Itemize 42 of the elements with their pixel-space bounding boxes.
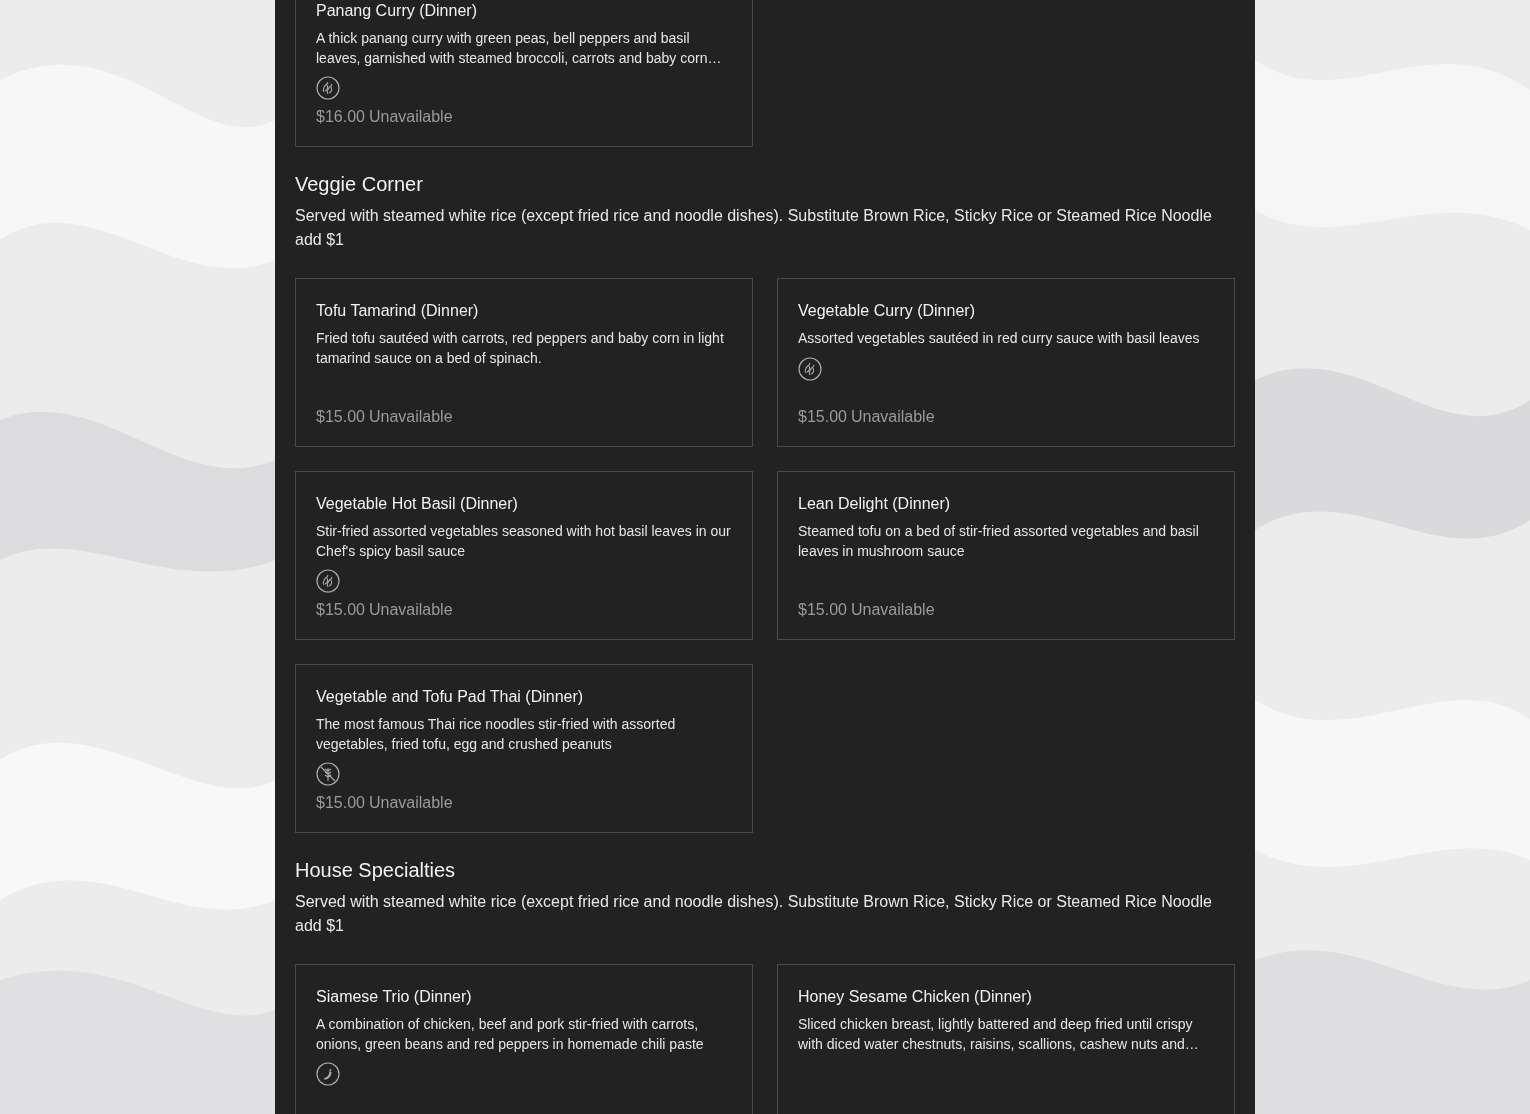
menu-item-card[interactable]: Honey Sesame Chicken (Dinner) Sliced chicken breast, lightly battered and deep fried until crispy with diced water chestnuts, raisins, scallions, cashew nuts and… xyxy=(777,964,1235,1114)
menu-item-card[interactable]: Siamese Trio (Dinner) A combination of chicken, beef and pork stir-fried with carrots, onions, green beans and red peppers in homemade chili paste xyxy=(295,964,753,1114)
menu-item-card[interactable]: Lean Delight (Dinner) Steamed tofu on a bed of stir-fried assorted vegetables and basil leaves in mushroom sauce $15.00 Unavailable xyxy=(777,471,1235,640)
item-name: Siamese Trio (Dinner) xyxy=(316,987,473,1007)
menu-item-card[interactable]: Vegetable Hot Basil (Dinner) Stir-fried assorted vegetables seasoned with hot basil leaves in our Chef's spicy basil sauce $15.00 Unavailable xyxy=(295,471,753,640)
item-name: Lean Delight (Dinner) xyxy=(798,494,952,514)
item-price: $15.00 xyxy=(798,601,847,619)
item-price: $16.00 xyxy=(316,108,365,126)
availability-status: Unavailable xyxy=(850,601,935,619)
section-note: Served with steamed white rice (except fried rice and noodle dishes). Substitute Brown Rice, Sticky Rice or Steamed Rice Noodle add $1 xyxy=(295,206,1213,250)
item-name: Vegetable and Tofu Pad Thai (Dinner) xyxy=(316,687,585,707)
availability-status: Unavailable xyxy=(368,794,453,812)
item-name: Vegetable Curry (Dinner) xyxy=(798,301,976,321)
pepper-icon xyxy=(316,1062,340,1086)
section-title: Veggie Corner xyxy=(295,173,424,196)
menu-item-card[interactable]: Panang Curry (Dinner) A thick panang curry with green peas, bell peppers and basil leaves, garnished with steamed broccoli, carrots and baby corn… $16.00 Unavailable xyxy=(295,0,753,147)
item-price: $15.00 xyxy=(316,794,365,812)
item-price: $15.00 xyxy=(316,601,365,619)
availability-status: Unavailable xyxy=(368,108,453,126)
item-description: Steamed tofu on a bed of stir-fried assorted vegetables and basil leaves in mushroom sauce xyxy=(798,522,1200,561)
item-description: A combination of chicken, beef and pork stir-fried with carrots, onions, green beans and red peppers in homemade chili paste xyxy=(316,1015,705,1054)
item-description: Assorted vegetables sautéed in red curry sauce with basil leaves xyxy=(798,329,1201,348)
availability-status: Unavailable xyxy=(850,408,935,426)
item-name: Tofu Tamarind (Dinner) xyxy=(316,301,480,321)
availability-status: Unavailable xyxy=(368,408,453,426)
item-name: Panang Curry (Dinner) xyxy=(316,1,478,21)
item-price: $15.00 xyxy=(798,408,847,426)
item-description: Fried tofu sautéed with carrots, red peppers and baby corn in light tamarind sauce on a bed of spinach. xyxy=(316,329,725,368)
item-name: Honey Sesame Chicken (Dinner) xyxy=(798,987,1033,1007)
item-description: Sliced chicken breast, lightly battered and deep fried until crispy with diced water chestnuts, raisins, scallions, cashew nuts and… xyxy=(798,1015,1200,1054)
menu-item-card[interactable]: Vegetable Curry (Dinner) Assorted vegetables sautéed in red curry sauce with basil leaves $15.00 Unavailable xyxy=(777,278,1235,447)
item-price: $15.00 xyxy=(316,408,365,426)
availability-status: Unavailable xyxy=(368,601,453,619)
menu-item-card[interactable]: Vegetable and Tofu Pad Thai (Dinner) The most famous Thai rice noodles stir-fried with assorted vegetables, fried tofu, egg and crushed peanuts $15.00 Unavailable xyxy=(295,664,753,833)
no-wheat-icon xyxy=(316,762,340,786)
item-description: A thick panang curry with green peas, bell peppers and basil leaves, garnished with steamed broccoli, carrots and baby corn… xyxy=(316,29,723,68)
item-description: The most famous Thai rice noodles stir-fried with assorted vegetables, fried tofu, egg and crushed peanuts xyxy=(316,715,677,754)
menu-item-card[interactable]: Tofu Tamarind (Dinner) Fried tofu sautéed with carrots, red peppers and baby corn in light tamarind sauce on a bed of spinach. $15.00 Unavailable xyxy=(295,278,753,447)
section-note: Served with steamed white rice (except fried rice and noodle dishes). Substitute Brown Rice, Sticky Rice or Steamed Rice Noodle add $1 xyxy=(295,892,1213,936)
section-title: House Specialties xyxy=(295,859,457,882)
item-name: Vegetable Hot Basil (Dinner) xyxy=(316,494,519,514)
item-description: Stir-fried assorted vegetables seasoned with hot basil leaves in our Chef's spicy basil sauce xyxy=(316,522,732,561)
